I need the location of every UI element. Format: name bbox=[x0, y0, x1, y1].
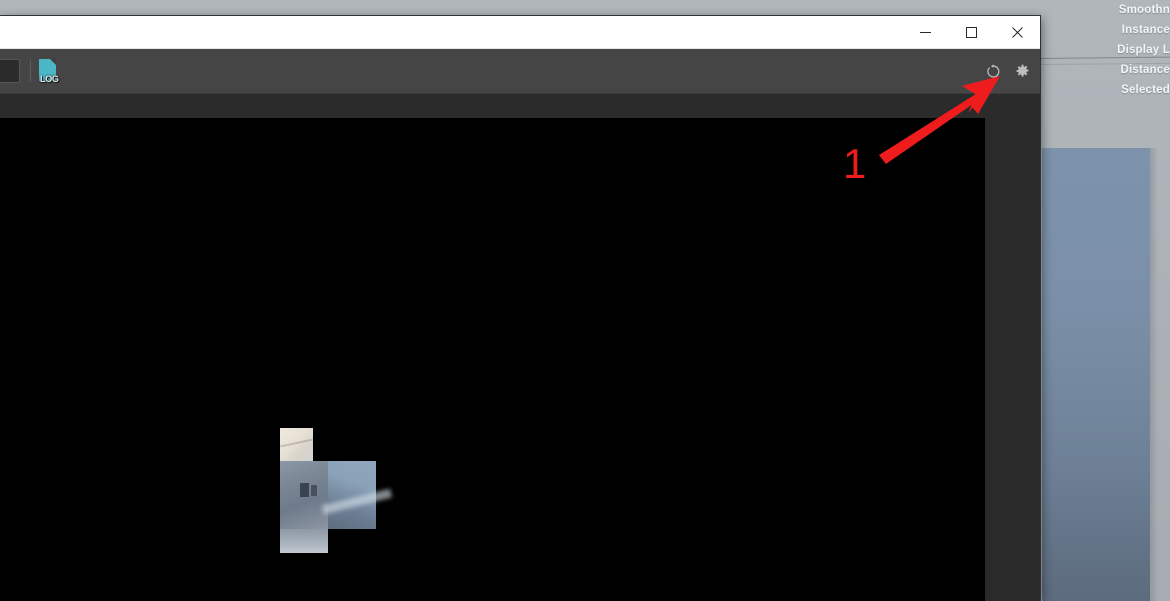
property-label-instance: Instance bbox=[1121, 24, 1170, 36]
square-icon bbox=[965, 26, 977, 38]
main-toolbar: LOG bbox=[0, 49, 1040, 93]
application-window: LOG bbox=[0, 16, 1040, 601]
log-button[interactable]: LOG bbox=[39, 59, 61, 84]
window-minimize-button[interactable] bbox=[902, 16, 948, 48]
log-button-label: LOG bbox=[40, 74, 59, 84]
property-label-distance: Distance bbox=[1120, 64, 1170, 76]
toolbar-separator bbox=[30, 60, 31, 82]
background-property-label-column: Smoothn Instance Display L Distance Sele… bbox=[1050, 0, 1170, 100]
image-tile-mid-right bbox=[328, 461, 376, 529]
window-titlebar[interactable] bbox=[0, 16, 1040, 49]
image-tile-bottom-left bbox=[280, 529, 328, 553]
canvas-area bbox=[0, 118, 1040, 601]
refresh-button[interactable] bbox=[983, 61, 1003, 81]
minus-icon bbox=[919, 27, 931, 38]
property-label-smoothness: Smoothn bbox=[1118, 4, 1170, 16]
search-input[interactable] bbox=[0, 59, 20, 83]
property-label-display-level: Display L bbox=[1117, 44, 1170, 56]
screen-root: Smoothn Instance Display L Distance Sele… bbox=[0, 0, 1170, 601]
image-canvas[interactable] bbox=[0, 118, 985, 601]
window-close-button[interactable] bbox=[994, 16, 1040, 48]
toolbar-right-actions bbox=[983, 61, 1040, 81]
image-tile-mid-left bbox=[280, 461, 328, 529]
settings-button[interactable] bbox=[1012, 61, 1032, 81]
log-document-fold bbox=[50, 59, 56, 65]
refresh-circular-arrow-icon bbox=[986, 63, 1001, 79]
window-maximize-button[interactable] bbox=[948, 16, 994, 48]
background-blue-panel bbox=[1042, 148, 1150, 601]
image-tile-top-left bbox=[280, 428, 313, 461]
background-blue-panel-shadow bbox=[1150, 148, 1158, 601]
property-label-selected: Selected bbox=[1121, 84, 1170, 96]
secondary-toolbar bbox=[0, 93, 1040, 118]
gear-icon bbox=[1015, 64, 1030, 79]
close-x-icon bbox=[1011, 26, 1023, 38]
canvas-right-gutter bbox=[985, 118, 1040, 601]
